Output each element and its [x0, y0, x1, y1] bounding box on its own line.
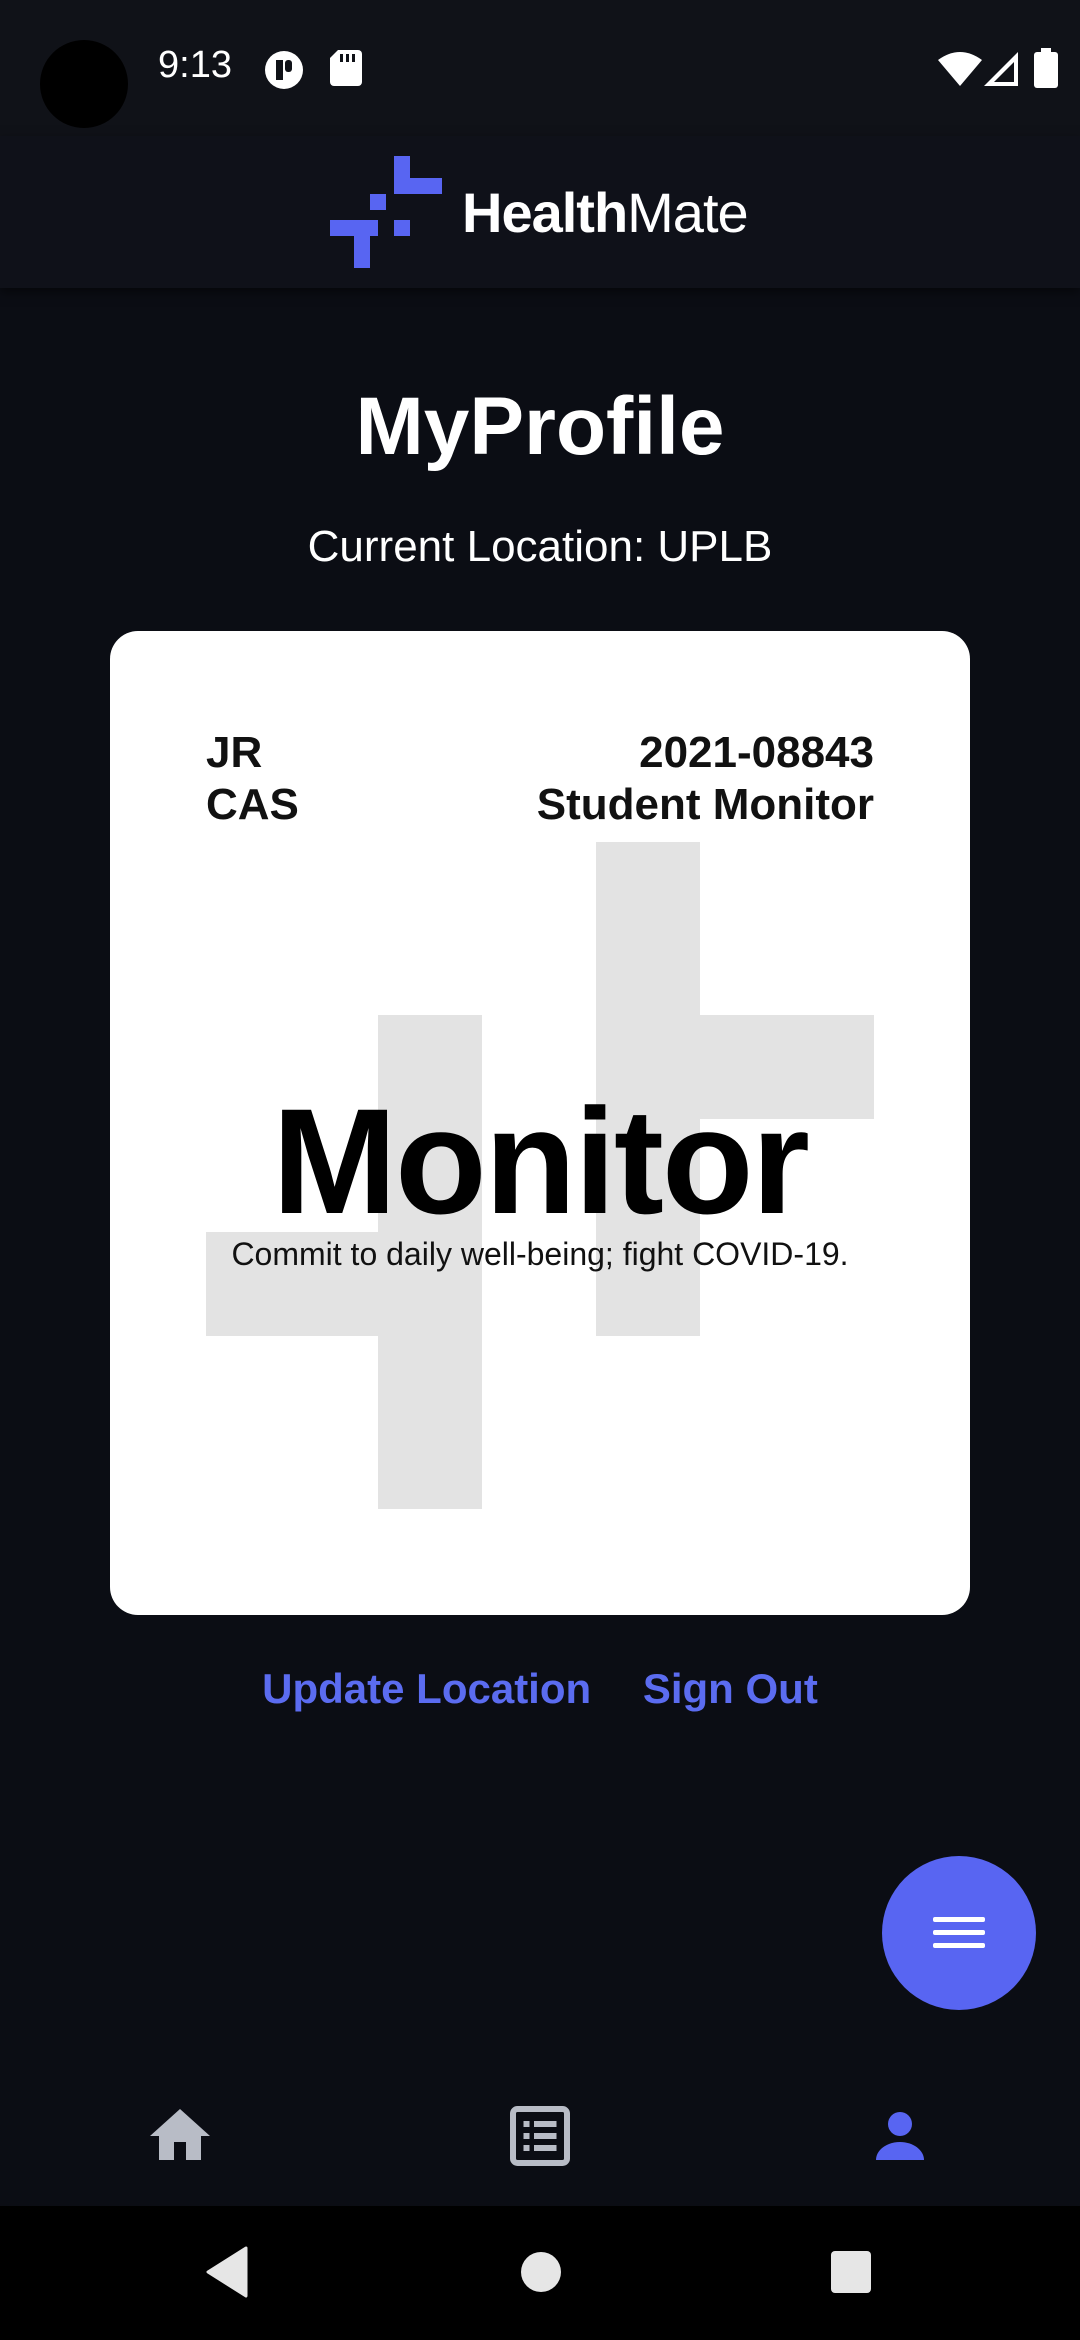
current-location: Current Location: UPLB [307, 522, 773, 571]
profile-card: JR CAS 2021-08843 Student Monitor Monito… [110, 631, 970, 1615]
sign-out-link[interactable]: Sign Out [643, 1665, 818, 1713]
status-bar: 9:13 [0, 0, 1080, 136]
home-icon [150, 2109, 210, 2160]
recents-icon[interactable] [830, 2246, 872, 2303]
card-student-info: 2021-08843 Student Monitor [537, 727, 874, 831]
status-time: 9:13 [158, 44, 232, 86]
sd-card-icon [330, 50, 362, 91]
notification-app-icon [264, 50, 304, 95]
system-navigation-bar [0, 2206, 1080, 2340]
wifi-icon [938, 52, 982, 91]
user-initials: JR [206, 728, 263, 777]
back-icon[interactable] [204, 2246, 248, 2303]
bottom-navigation [0, 2066, 1080, 2206]
menu-icon [933, 1917, 985, 1948]
brand-name: HealthMate [462, 180, 749, 245]
home-circle-icon[interactable] [520, 2246, 562, 2303]
profile-actions: Update Location Sign Out [0, 1665, 1080, 1713]
student-number: 2021-08843 [639, 728, 874, 777]
nav-home[interactable] [144, 2100, 216, 2172]
nav-profile[interactable] [864, 2100, 936, 2172]
menu-fab-button[interactable] [882, 1856, 1036, 2010]
user-role: Monitor [272, 1077, 810, 1245]
brand-name-light: Mate [627, 181, 748, 244]
nav-list[interactable] [504, 2100, 576, 2172]
brand-name-bold: Health [462, 181, 628, 244]
card-identity: JR CAS [206, 727, 299, 831]
healthmate-logo-icon [330, 156, 442, 273]
signal-icon [984, 52, 1018, 91]
list-icon [510, 2106, 570, 2166]
person-icon [876, 2112, 924, 2160]
page-title: MyProfile [355, 381, 725, 472]
battery-icon [1034, 48, 1058, 93]
card-tagline: Commit to daily well-being; fight COVID-… [231, 1236, 849, 1272]
user-college: CAS [206, 780, 299, 829]
user-designation: Student Monitor [536, 780, 874, 829]
app-header: HealthMate [0, 136, 1080, 288]
camera-cutout [40, 40, 128, 128]
update-location-link[interactable]: Update Location [262, 1665, 591, 1713]
